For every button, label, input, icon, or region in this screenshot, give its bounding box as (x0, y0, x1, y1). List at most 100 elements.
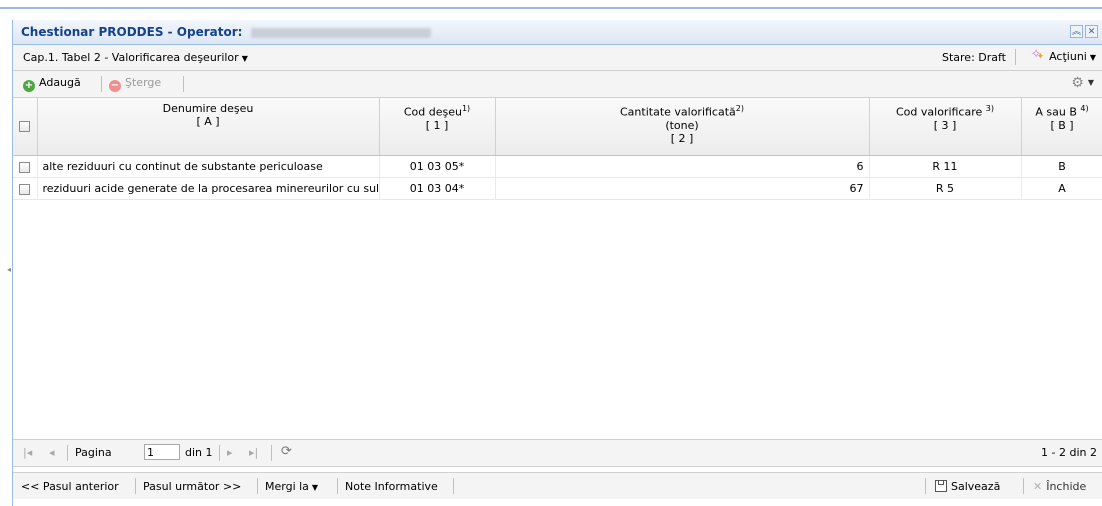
waste-code-cell[interactable]: 01 03 04* (379, 177, 496, 200)
row-checkbox[interactable] (19, 183, 31, 195)
recovery-code-cell[interactable]: R 11 (869, 155, 1022, 178)
floppy-disk-icon (935, 480, 947, 492)
window-titlebar: Chestionar PRODDES - Operator: ︽ ✕ (13, 20, 1102, 45)
quantity-cell[interactable]: 6 (495, 155, 870, 178)
recovery-code-cell[interactable]: R 5 (869, 177, 1022, 200)
delete-label: Şterge (125, 76, 162, 89)
gear-icon: ⚙ (1071, 75, 1084, 91)
paging-toolbar: |◂ ◂ Pagina din 1 ▸ ▸| ⟳ 1 - 2 din 2 (13, 439, 1102, 467)
plus-icon: + (23, 80, 35, 92)
column-unit: (tone) (665, 118, 699, 132)
column-label: Cod deşeu (403, 105, 462, 119)
column-index: [ B ] (1050, 118, 1074, 132)
divider (453, 478, 454, 494)
row-checkbox[interactable] (19, 161, 31, 173)
column-header-quantity[interactable]: Cantitate valorificată2) (tone) [ 2 ] (495, 98, 870, 156)
table-header-row: Denumire deşeu [ A ] Cod deşeu1) [ 1 ] C… (13, 98, 1102, 156)
paging-info: 1 - 2 din 2 (1041, 446, 1097, 459)
a-or-b-cell[interactable]: A (1021, 177, 1102, 200)
column-index: [ A ] (196, 115, 220, 128)
waste-name-cell[interactable]: alte reziduuri cu continut de substante … (37, 155, 380, 178)
column-header-a-or-b[interactable]: A sau B 4) [ B ] (1021, 98, 1102, 156)
refresh-icon[interactable]: ⟳ (281, 444, 292, 459)
next-page-icon[interactable]: ▸ (227, 446, 233, 459)
delete-button[interactable]: − Şterge (109, 76, 161, 92)
goto-menu-button[interactable]: Mergi la ▼ (265, 480, 318, 493)
column-label: A sau B (1035, 105, 1081, 119)
waste-table: Denumire deşeu [ A ] Cod deşeu1) [ 1 ] C… (13, 98, 1102, 200)
divider (337, 478, 338, 494)
top-border (0, 7, 1102, 9)
row-select-cell (13, 155, 38, 178)
row-select-cell (13, 177, 38, 200)
wizard-footer: << Pasul anterior Pasul următor >> Mergi… (13, 472, 1102, 499)
previous-step-button[interactable]: << Pasul anterior (21, 480, 119, 493)
chevron-down-icon: ▼ (1089, 53, 1096, 62)
close-x-icon: ✕ (1033, 480, 1043, 493)
first-page-icon[interactable]: |◂ (23, 446, 32, 459)
divider (257, 478, 258, 494)
divider (219, 445, 220, 461)
divider (135, 478, 136, 494)
next-step-button[interactable]: Pasul următor >> (143, 480, 241, 493)
double-chevron-up-icon[interactable]: ︽ (1070, 25, 1083, 38)
chevron-down-icon: ▼ (311, 483, 319, 492)
footnote-marker: 2) (735, 104, 744, 113)
waste-code-cell[interactable]: 01 03 05* (379, 155, 496, 178)
table-row[interactable]: alte reziduuri cu continut de substante … (13, 155, 1102, 178)
chapter-menu[interactable]: Cap.1. Tabel 2 - Valorificarea deşeurilo… (23, 51, 248, 64)
divider (1015, 49, 1016, 65)
quantity-cell[interactable]: 67 (495, 177, 870, 200)
operator-redacted (250, 27, 431, 38)
minus-icon: − (109, 80, 121, 92)
save-button[interactable]: Salvează (935, 480, 1000, 493)
divider (183, 76, 184, 92)
column-header-code[interactable]: Cod deşeu1) [ 1 ] (379, 98, 496, 156)
divider (271, 445, 272, 461)
chapter-label: Cap.1. Tabel 2 - Valorificarea deşeurilo… (23, 51, 239, 64)
column-header-name[interactable]: Denumire deşeu [ A ] (37, 98, 380, 156)
page-count-label: din 1 (185, 446, 213, 459)
column-index: [ 2 ] (670, 131, 694, 145)
footnote-marker: 1) (461, 104, 471, 113)
actions-menu-button[interactable]: Acţiuni▼ (1031, 47, 1096, 64)
info-notes-button[interactable]: Note Informative (345, 480, 438, 493)
column-label: Cod valorificare (896, 105, 986, 119)
window-title-text: Chestionar PRODDES - Operator: (21, 25, 243, 39)
collapse-handle-icon[interactable]: ◂ (7, 265, 11, 275)
column-header-recovery-code[interactable]: Cod valorificare 3) [ 3 ] (869, 98, 1022, 156)
prev-page-icon[interactable]: ◂ (49, 446, 55, 459)
settings-menu-button[interactable]: ⚙ ▼ (1071, 75, 1094, 91)
save-label: Salvează (951, 480, 1001, 493)
column-index: [ 1 ] (425, 118, 449, 132)
status-label: Stare: Draft (941, 51, 1006, 64)
close-button[interactable]: ✕ Închide (1033, 480, 1086, 493)
divider (101, 76, 102, 92)
a-or-b-cell[interactable]: B (1021, 155, 1102, 178)
questionnaire-panel: Chestionar PRODDES - Operator: ︽ ✕ Cap.1… (12, 20, 1102, 506)
table-row[interactable]: reziduuri acide generate de la procesare… (13, 177, 1102, 200)
add-label: Adaugă (39, 76, 81, 89)
column-index: [ 3 ] (933, 118, 957, 132)
close-icon[interactable]: ✕ (1085, 25, 1098, 38)
waste-name-cell[interactable]: reziduuri acide generate de la procesare… (37, 177, 380, 200)
grid-toolbar: + Adaugă − Şterge ⚙ ▼ (13, 71, 1102, 98)
page-number-input[interactable] (144, 444, 180, 460)
page-label: Pagina (75, 446, 112, 459)
window-title: Chestionar PRODDES - Operator: (21, 25, 431, 39)
chevron-down-icon: ▼ (241, 54, 248, 63)
divider (1023, 478, 1024, 494)
last-page-icon[interactable]: ▸| (249, 446, 258, 459)
divider (67, 445, 68, 461)
goto-label: Mergi la (265, 480, 309, 493)
chevron-down-icon: ▼ (1087, 78, 1094, 87)
close-label: Închide (1046, 480, 1087, 493)
select-all-header (13, 98, 38, 156)
select-all-checkbox[interactable] (19, 121, 31, 132)
actions-label: Acţiuni (1049, 50, 1087, 63)
footnote-marker: 4) (1080, 104, 1089, 113)
chapter-bar: Cap.1. Tabel 2 - Valorificarea deşeurilo… (13, 45, 1102, 71)
divider (925, 478, 926, 494)
column-label: Cantitate valorificată (620, 105, 736, 119)
add-button[interactable]: + Adaugă (23, 76, 81, 92)
